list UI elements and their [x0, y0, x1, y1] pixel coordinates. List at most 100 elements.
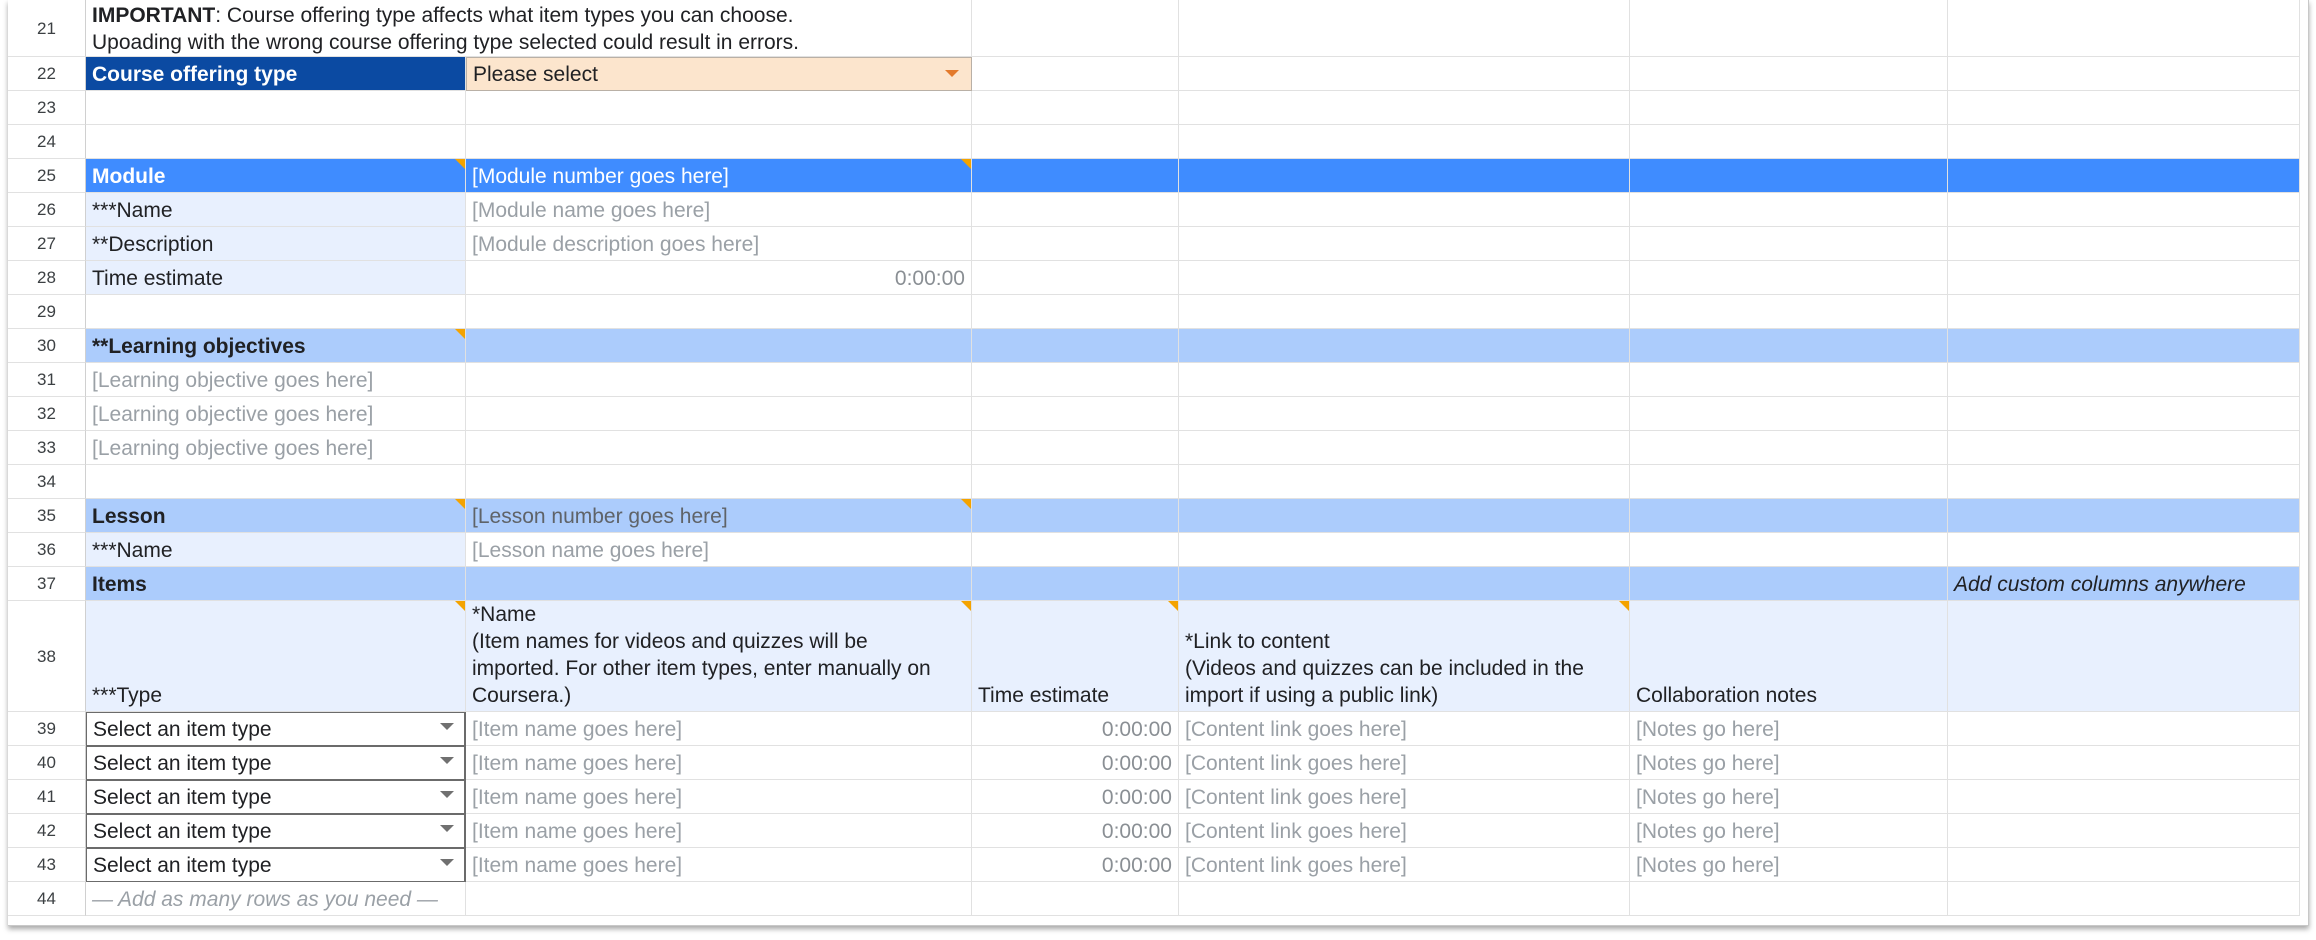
- module-number-cell[interactable]: [Module number goes here]: [466, 159, 972, 193]
- cell[interactable]: [466, 91, 972, 125]
- item-type-dropdown[interactable]: Select an item type: [86, 746, 466, 780]
- row-header-37[interactable]: 37: [8, 567, 86, 601]
- cell[interactable]: [1630, 397, 1948, 431]
- cell[interactable]: [972, 882, 1179, 916]
- cell[interactable]: [1630, 227, 1948, 261]
- item-type-dropdown[interactable]: Select an item type: [86, 712, 466, 746]
- cell[interactable]: [1630, 295, 1948, 329]
- cell[interactable]: [972, 533, 1179, 567]
- row-header-41[interactable]: 41: [8, 780, 86, 814]
- cell[interactable]: [466, 397, 972, 431]
- cell[interactable]: [1630, 431, 1948, 465]
- cell[interactable]: [1948, 159, 2300, 193]
- note-indicator-icon[interactable]: [1619, 601, 1629, 611]
- row-header-29[interactable]: 29: [8, 295, 86, 329]
- cell[interactable]: [1179, 431, 1630, 465]
- cell[interactable]: [1630, 57, 1948, 91]
- dropdown-arrow-icon[interactable]: [945, 70, 959, 77]
- cell[interactable]: [1630, 329, 1948, 363]
- cell[interactable]: [1948, 465, 2300, 499]
- item-name-cell[interactable]: [Item name goes here]: [466, 712, 972, 746]
- items-label[interactable]: Items: [86, 567, 466, 601]
- row-header-35[interactable]: 35: [8, 499, 86, 533]
- cell[interactable]: [1948, 848, 2300, 882]
- cell[interactable]: [1948, 601, 2300, 712]
- cell[interactable]: [1948, 193, 2300, 227]
- cell[interactable]: [1630, 363, 1948, 397]
- module-description-cell[interactable]: [Module description goes here]: [466, 227, 972, 261]
- item-type-dropdown[interactable]: Select an item type: [86, 814, 466, 848]
- row-header-24[interactable]: 24: [8, 125, 86, 159]
- cell[interactable]: [1948, 125, 2300, 159]
- header-time[interactable]: Time estimate: [972, 601, 1179, 712]
- lesson-number-cell[interactable]: [Lesson number goes here]: [466, 499, 972, 533]
- item-name-cell[interactable]: [Item name goes here]: [466, 848, 972, 882]
- cell[interactable]: [1630, 882, 1948, 916]
- cell[interactable]: [1179, 363, 1630, 397]
- item-time-cell[interactable]: 0:00:00: [972, 712, 1179, 746]
- cell[interactable]: [1179, 882, 1630, 916]
- cell[interactable]: [466, 431, 972, 465]
- note-indicator-icon[interactable]: [961, 601, 971, 611]
- cell[interactable]: [972, 0, 1179, 57]
- cell[interactable]: [1630, 193, 1948, 227]
- item-link-cell[interactable]: [Content link goes here]: [1179, 746, 1630, 780]
- learning-objective-cell[interactable]: [Learning objective goes here]: [86, 431, 466, 465]
- dropdown-arrow-icon[interactable]: [440, 791, 454, 798]
- row-header-44[interactable]: 44: [8, 882, 86, 916]
- item-link-cell[interactable]: [Content link goes here]: [1179, 780, 1630, 814]
- cell[interactable]: [972, 397, 1179, 431]
- item-time-cell[interactable]: 0:00:00: [972, 746, 1179, 780]
- item-notes-cell[interactable]: [Notes go here]: [1630, 746, 1948, 780]
- item-time-cell[interactable]: 0:00:00: [972, 780, 1179, 814]
- row-header-36[interactable]: 36: [8, 533, 86, 567]
- row-header-40[interactable]: 40: [8, 746, 86, 780]
- learning-objective-cell[interactable]: [Learning objective goes here]: [86, 363, 466, 397]
- item-type-dropdown[interactable]: Select an item type: [86, 848, 466, 882]
- learning-objective-cell[interactable]: [Learning objective goes here]: [86, 397, 466, 431]
- cell[interactable]: [1630, 261, 1948, 295]
- cell[interactable]: [1179, 499, 1630, 533]
- item-time-cell[interactable]: 0:00:00: [972, 814, 1179, 848]
- header-link[interactable]: *Link to content (Videos and quizzes can…: [1179, 601, 1630, 712]
- note-indicator-icon[interactable]: [455, 159, 465, 169]
- cell[interactable]: [972, 159, 1179, 193]
- cell[interactable]: [1948, 227, 2300, 261]
- row-header-27[interactable]: 27: [8, 227, 86, 261]
- cell[interactable]: [1948, 746, 2300, 780]
- item-type-dropdown[interactable]: Select an item type: [86, 780, 466, 814]
- cell[interactable]: [1948, 882, 2300, 916]
- cell[interactable]: [1948, 431, 2300, 465]
- module-label[interactable]: Module: [86, 159, 466, 193]
- item-time-cell[interactable]: 0:00:00: [972, 848, 1179, 882]
- row-header-25[interactable]: 25: [8, 159, 86, 193]
- item-notes-cell[interactable]: [Notes go here]: [1630, 848, 1948, 882]
- cell[interactable]: [86, 125, 466, 159]
- row-header-31[interactable]: 31: [8, 363, 86, 397]
- lesson-name-label[interactable]: ***Name: [86, 533, 466, 567]
- cell[interactable]: [972, 261, 1179, 295]
- item-name-cell[interactable]: [Item name goes here]: [466, 746, 972, 780]
- cell[interactable]: [1630, 567, 1948, 601]
- cell[interactable]: [1630, 91, 1948, 125]
- cell[interactable]: [972, 363, 1179, 397]
- item-link-cell[interactable]: [Content link goes here]: [1179, 848, 1630, 882]
- note-indicator-icon[interactable]: [455, 601, 465, 611]
- add-rows-hint[interactable]: — Add as many rows as you need —: [86, 882, 466, 916]
- module-name-cell[interactable]: [Module name goes here]: [466, 193, 972, 227]
- row-header-28[interactable]: 28: [8, 261, 86, 295]
- lesson-label[interactable]: Lesson: [86, 499, 466, 533]
- cell[interactable]: [972, 431, 1179, 465]
- cell[interactable]: [86, 465, 466, 499]
- cell[interactable]: [972, 91, 1179, 125]
- cell[interactable]: [1179, 57, 1630, 91]
- cell[interactable]: [1179, 397, 1630, 431]
- cell[interactable]: [1179, 261, 1630, 295]
- dropdown-arrow-icon[interactable]: [440, 859, 454, 866]
- cell[interactable]: [972, 465, 1179, 499]
- row-header-23[interactable]: 23: [8, 91, 86, 125]
- row-header-34[interactable]: 34: [8, 465, 86, 499]
- row-header-33[interactable]: 33: [8, 431, 86, 465]
- cell[interactable]: [1630, 125, 1948, 159]
- row-header-21[interactable]: 21: [8, 0, 86, 57]
